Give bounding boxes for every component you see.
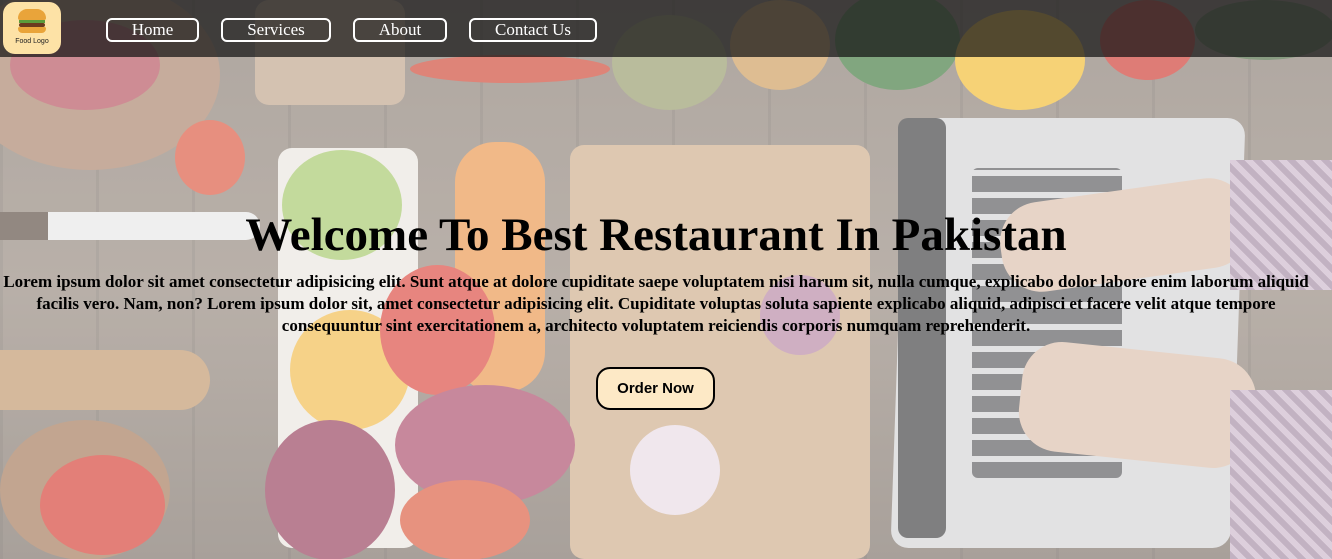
order-now-button[interactable]: Order Now	[596, 367, 715, 410]
navbar: Food Logo Home Services About Contact Us	[0, 0, 1332, 57]
nav-services-button[interactable]: Services	[221, 18, 331, 42]
logo-text: Food Logo	[15, 38, 49, 45]
nav-about-button[interactable]: About	[353, 18, 447, 42]
nav-contact-button[interactable]: Contact Us	[469, 18, 597, 42]
burger-icon	[18, 9, 46, 33]
hero-description: Lorem ipsum dolor sit amet consectetur a…	[3, 272, 1309, 335]
logo[interactable]: Food Logo	[3, 2, 61, 54]
hero-title: Welcome To Best Restaurant In Pakistan	[245, 209, 1067, 261]
nav-home-button[interactable]: Home	[106, 18, 199, 42]
